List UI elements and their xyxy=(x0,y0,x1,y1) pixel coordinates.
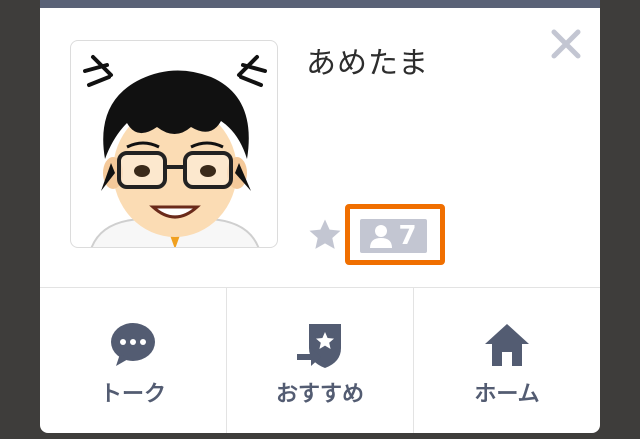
home-button[interactable]: ホーム xyxy=(414,288,600,433)
talk-button[interactable]: トーク xyxy=(40,288,227,433)
recommend-button[interactable]: おすすめ xyxy=(227,288,414,433)
header-strip xyxy=(40,0,600,8)
home-label: ホーム xyxy=(474,382,540,407)
close-icon xyxy=(551,29,581,59)
chat-bubble-icon xyxy=(111,323,155,366)
avatar xyxy=(70,40,278,248)
favorite-button[interactable] xyxy=(306,216,344,254)
talk-label: トーク xyxy=(99,382,166,407)
home-icon xyxy=(485,324,529,366)
person-icon xyxy=(370,225,393,248)
star-icon xyxy=(309,219,341,249)
recommend-share-icon xyxy=(297,324,341,368)
friends-count: 7 xyxy=(398,221,417,251)
action-bar: トーク おすすめ ホーム xyxy=(40,288,600,433)
recommend-label: おすすめ xyxy=(275,382,364,407)
profile-name: あめたま xyxy=(306,46,430,81)
profile-card: あめたま 7 トーク おすすめ ホーム xyxy=(40,8,600,433)
close-button[interactable] xyxy=(546,24,586,64)
friends-count-badge[interactable]: 7 xyxy=(360,219,427,253)
